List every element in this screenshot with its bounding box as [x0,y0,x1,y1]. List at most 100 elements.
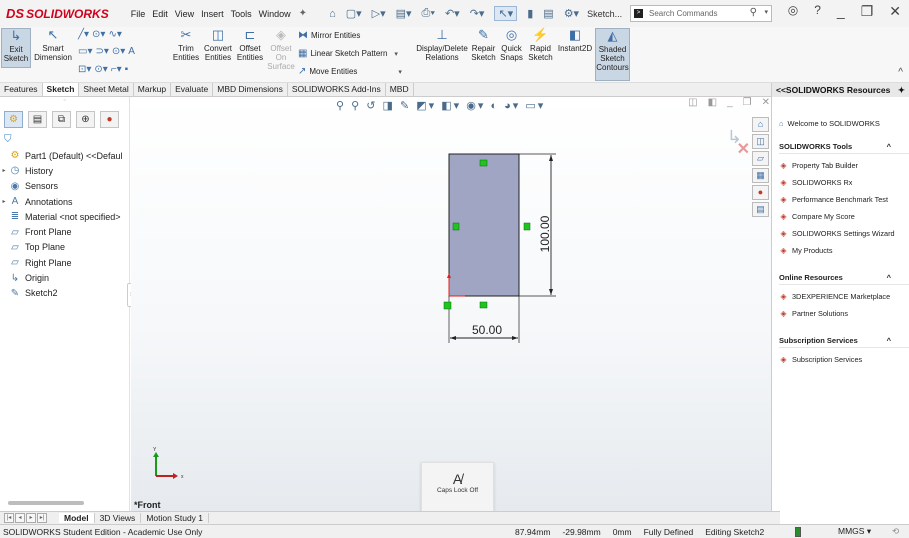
section-header[interactable]: SOLIDWORKS Tools ^ [779,142,909,154]
tab-model[interactable]: Model [59,513,95,523]
search-icon[interactable]: ⚲ [750,7,757,18]
quick-snaps-button[interactable]: ◎ Quick Snaps [499,28,524,63]
rectangle-icon[interactable]: ▭▾ [78,46,92,57]
dimension-vertical-text[interactable]: 100.00 [538,215,552,252]
undo-icon[interactable]: ↶▾ [445,7,460,20]
menu-file[interactable]: File [131,9,146,19]
file-properties-icon[interactable]: ▤ [543,7,553,20]
vertical-relation-handle[interactable] [452,222,460,231]
repair-sketch-button[interactable]: ✎ Repair Sketch [470,28,497,63]
view-palette-icon[interactable]: ▦ [752,168,769,183]
sketch-dropdown[interactable]: Sketch... [587,9,622,19]
options-gear-icon[interactable]: ⚙▾ [564,7,579,20]
minimize-icon[interactable]: _ [837,3,845,20]
rebuild-light-icon[interactable] [795,527,801,537]
search-commands-input[interactable]: > Search Commands ⚲ ▾ [630,5,772,22]
unit-system-dropdown[interactable]: MMGS ▾ [838,526,871,537]
mirror-entities-button[interactable]: ⧓ Mirror Entities [298,30,360,41]
tree-item[interactable]: ▸ A Annotations [0,194,129,209]
pin-icon[interactable]: ✦ [299,8,307,19]
pin-icon[interactable]: ✦ [898,85,905,95]
print-icon[interactable]: ⎙▾ [422,7,435,20]
slot-tool-icon[interactable]: ⊡▾ [78,64,91,75]
tree-item[interactable]: ✎ Sketch2 [0,286,129,301]
account-icon[interactable]: ◎ [788,3,798,20]
close-icon[interactable]: ✕ [889,3,901,20]
tree-item[interactable]: ◉ Sensors [0,179,129,194]
smart-dimension-button[interactable]: ↖ Smart Dimension [33,28,73,63]
tree-item[interactable]: ▸ ◷ History [0,163,129,178]
resource-link[interactable]: ◈ Performance Benchmark Test [779,191,909,208]
help-icon[interactable]: ? [814,3,821,20]
tab-sheet-metal[interactable]: Sheet Metal [79,83,134,96]
menu-window[interactable]: Window [259,9,291,19]
expand-arrow-icon[interactable]: ▸ [0,198,8,205]
resource-link[interactable]: ◈ SOLIDWORKS Rx [779,174,909,191]
new-document-icon[interactable]: ▢▾ [346,7,362,20]
collapse-icon[interactable]: ^ [887,336,891,345]
open-icon[interactable]: ▷▾ [372,7,386,20]
tree-item[interactable]: ⚙ Part1 (Default) <<Defaul [0,148,129,163]
menu-edit[interactable]: Edit [152,9,168,19]
dimension-horizontal-text[interactable]: 50.00 [472,323,502,337]
expand-arrow-icon[interactable]: ▸ [0,167,8,174]
appearances-icon[interactable]: ● [752,185,769,200]
resource-link[interactable]: ◈ My Products [779,242,909,259]
display-delete-relations-button[interactable]: ⊥ Display/Delete Relations [414,28,470,63]
rapid-sketch-button[interactable]: ⚡ Rapid Sketch [527,28,554,63]
menu-view[interactable]: View [175,9,194,19]
graphics-area[interactable]: ⚲ ⚲ ↺ ◨ ✎ ◩▾ ◧▾ ◉▾ ◐ ◕▾ ▭▾ ◫ ◧ _ ❐ ✕ ↳ ✕ [131,97,780,511]
offset-on-surface-button[interactable]: ◈ Offset On Surface [267,28,295,72]
spline-icon[interactable]: ∿▾ [108,29,121,40]
tab-mbd[interactable]: MBD [386,83,414,96]
select-icon[interactable]: ↖▾ [494,6,518,21]
resource-link[interactable]: ◈ Subscription Services [779,351,909,368]
last-tab-icon[interactable]: ▸| [37,513,47,523]
tab-motion-study[interactable]: Motion Study 1 [141,513,210,523]
section-header[interactable]: Online Resources ^ [779,273,909,285]
save-icon[interactable]: ▤▾ [396,7,412,20]
line-icon[interactable]: ╱▾ [78,29,89,40]
tab-markup[interactable]: Markup [134,83,172,96]
tab-mbd-dimensions[interactable]: MBD Dimensions [213,83,288,96]
tab-3d-views[interactable]: 3D Views [95,513,142,523]
customize-icon[interactable]: ⟲ [892,526,899,537]
redo-icon[interactable]: ↷▾ [470,7,485,20]
trim-entities-button[interactable]: ✂ Trim Entities [172,28,200,63]
tree-item[interactable]: ↳ Origin [0,270,129,285]
next-tab-icon[interactable]: ▸ [26,513,36,523]
file-explorer-icon[interactable]: ▱ [752,151,769,166]
fillet-icon[interactable]: ⌐▾ [111,64,122,75]
section-header[interactable]: Subscription Services ^ [779,336,909,348]
chevron-down-icon[interactable]: ▾ [398,68,402,76]
collapse-icon[interactable]: ^ [887,273,891,282]
first-tab-icon[interactable]: |◂ [4,513,14,523]
tree-item[interactable]: ▱ Top Plane [0,240,129,255]
tree-item[interactable]: ▱ Front Plane [0,224,129,239]
horizontal-relation-handle[interactable] [479,159,488,167]
tree-item[interactable]: ▱ Right Plane [0,255,129,270]
home-icon[interactable]: ⌂ [752,117,769,132]
custom-properties-icon[interactable]: ▤ [752,202,769,217]
menu-tools[interactable]: Tools [231,9,252,19]
chevron-down-icon[interactable]: ▾ [394,50,398,58]
collapse-ribbon-icon[interactable]: ^ [898,67,903,78]
horizontal-relation-handle[interactable] [479,301,488,309]
move-entities-button[interactable]: ↗ Move Entities ▾ [298,66,402,77]
tab-evaluate[interactable]: Evaluate [171,83,214,96]
restore-icon[interactable]: ❐ [861,3,874,20]
welcome-link[interactable]: ⌂ Welcome to SOLIDWORKS [779,119,909,128]
exit-sketch-button[interactable]: ↳ Exit Sketch [1,28,31,68]
resource-link[interactable]: ◈ Partner Solutions [779,305,909,322]
point-icon[interactable]: ▪ [125,64,129,75]
arc-icon[interactable]: ⊙▾ [94,64,107,75]
display-manager-tab-icon[interactable]: ● [100,111,119,128]
traffic-light-icon[interactable]: ▮ [527,7,533,20]
instant2d-button[interactable]: ◧ Instant2D [556,28,594,54]
configuration-tab-icon[interactable]: ⧉ [52,111,71,128]
resource-link[interactable]: ◈ 3DEXPERIENCE Marketplace [779,288,909,305]
tree-item[interactable]: ≣ Material <not specified> [0,209,129,224]
prev-tab-icon[interactable]: ◂ [15,513,25,523]
polygon-icon[interactable]: ⊙▾ [112,46,125,57]
tab-features[interactable]: Features [0,83,43,96]
